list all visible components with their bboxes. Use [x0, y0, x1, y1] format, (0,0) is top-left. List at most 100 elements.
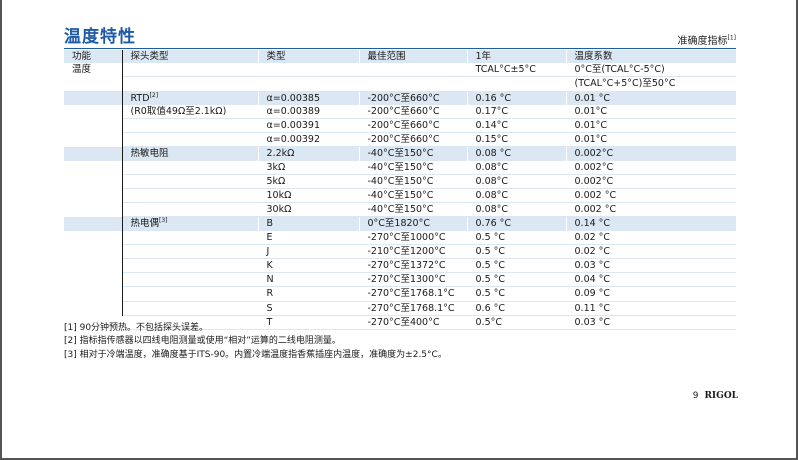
cell-type: S [257, 301, 359, 316]
cell-year: 0.08 °C [466, 146, 566, 161]
cell-type: B [257, 216, 359, 231]
cell-range: -200°C至660°C [358, 118, 467, 134]
column-header: 最佳范围 [358, 50, 467, 64]
cell-range: -210°C至1200°C [358, 244, 467, 260]
cell-text: 3kΩ [266, 161, 286, 173]
cell-year: 0.6 °C [466, 301, 566, 316]
cell-text: -200°C至660°C [367, 92, 440, 104]
table-row: J -210°C至1200°C 0.5 °C 0.02 °C [64, 244, 736, 260]
cell-coef: 0.01°C [565, 132, 736, 148]
cell-text: 0.08°C [475, 175, 509, 187]
cell-text: 热敏电阻 [130, 148, 169, 160]
cell-text: -270°C至1372°C [367, 260, 446, 272]
cell-coef: 0.002°C [565, 174, 736, 190]
cell-range: -200°C至660°C [358, 91, 467, 105]
cell-func [64, 301, 122, 316]
cell-probe: 热敏电阻 [121, 146, 258, 161]
cell-text: 0.5 °C [475, 260, 506, 272]
page-subtitle: 准确度指标[1] [678, 32, 737, 47]
cell-func [64, 146, 122, 161]
table-row: 5kΩ -40°C至150°C 0.08°C 0.002°C [64, 174, 736, 190]
cell-text: S [266, 302, 273, 314]
column-header: 温度系数 [565, 50, 736, 64]
table-row: 3kΩ -40°C至150°C 0.08°C 0.002°C [64, 160, 736, 175]
subtitle-text: 准确度指标 [677, 36, 728, 47]
cell-text: (TCAL°C+5°C)至50°C [574, 78, 676, 90]
cell-probe [121, 202, 258, 218]
cell-text: 0.002 °C [574, 204, 617, 216]
cell-func [64, 202, 122, 217]
cell-text: 0.08°C [475, 204, 509, 216]
cell-type: N [257, 272, 359, 288]
cell-range: -40°C至150°C [358, 160, 467, 175]
cell-type: K [257, 258, 359, 274]
subtitle-footnote-ref: [1] [727, 34, 737, 42]
cell-range [358, 63, 467, 78]
cell-coef: 0.002 °C [565, 202, 736, 218]
cell-text: B [266, 218, 274, 230]
cell-text: -200°C至660°C [367, 120, 440, 132]
cell-probe: RTD[2] [121, 91, 258, 105]
cell-coef: 0.11 °C [565, 301, 736, 316]
cell-text: 0.6 °C [475, 302, 506, 314]
cell-text: 热电偶 [130, 218, 160, 230]
cell-text: J [266, 245, 270, 257]
cell-type: 5kΩ [257, 174, 359, 190]
cell-range: -40°C至150°C [358, 188, 467, 204]
cell-func [64, 76, 122, 92]
cell-text: 0.5 °C [475, 288, 506, 300]
cell-text: -270°C至1000°C [367, 231, 446, 243]
table-row: R -270°C至1768.1°C 0.5 °C 0.09 °C [64, 286, 736, 302]
cell-text: -40°C至150°C [367, 175, 434, 187]
cell-year: 0.16 °C [466, 91, 566, 105]
cell-probe [121, 132, 258, 148]
cell-text: 0.002°C [574, 161, 614, 173]
cell-text: 5kΩ [266, 175, 286, 187]
cell-text: 温度 [72, 64, 92, 76]
cell-range: -40°C至150°C [358, 202, 467, 218]
cell-type: α=0.00385 [257, 91, 359, 105]
page-title: 温度特性 [64, 27, 136, 47]
cell-coef: 0.002 °C [565, 188, 736, 204]
cell-type: α=0.00392 [257, 132, 359, 148]
title-rule [64, 48, 736, 49]
table-row: α=0.00391 -200°C至660°C 0.14°C 0.01°C [64, 118, 736, 134]
cell-year: TCAL°C±5°C [466, 63, 566, 78]
table-row: 热电偶[3] B 0°C至1820°C 0.76 °C 0.14 °C [64, 216, 736, 231]
cell-range: -200°C至660°C [358, 104, 467, 120]
cell-text: -200°C至660°C [367, 134, 440, 146]
cell-coef: 0.002°C [565, 146, 736, 161]
cell-probe [121, 301, 258, 316]
cell-year: 0.17°C [466, 104, 566, 120]
cell-coef: 0.04 °C [565, 272, 736, 288]
cell-func [64, 174, 122, 189]
cell-func [64, 91, 122, 105]
cell-text: 0.5 °C [475, 245, 506, 257]
cell-probe [121, 76, 258, 92]
table-row: RTD[2] α=0.00385 -200°C至660°C 0.16 °C 0.01 °… [64, 91, 736, 105]
cell-probe [121, 188, 258, 204]
cell-text: -40°C至150°C [367, 190, 434, 202]
cell-probe [121, 286, 258, 302]
page-number: 9 [692, 391, 699, 401]
table-row: N -270°C至1300°C 0.5 °C 0.04 °C [64, 272, 736, 288]
cell-year: 0.76 °C [466, 216, 566, 231]
cell-range: -40°C至150°C [358, 174, 467, 190]
cell-text: 0.01°C [574, 105, 608, 117]
cell-probe [121, 118, 258, 134]
cell-coef: 0.02 °C [565, 230, 736, 245]
column-header: 1年 [466, 50, 566, 64]
cell-text: 10kΩ [266, 190, 292, 202]
cell-range [358, 76, 467, 92]
temperature-spec-table: 功能 探头类型 类型 最佳范围 1年 温度系数 温度 TCAL°C±5°C 0°C至… [64, 50, 736, 331]
cell-text: (R0取值49Ω至2.1kΩ) [130, 105, 227, 117]
cell-text: 0.08°C [475, 161, 509, 173]
footnotes: [1] 90分钟预热。不包括探头误差。 [2] 指标指传感器以四线电阻测量或使用… [64, 322, 447, 362]
column-header: 功能 [64, 50, 122, 64]
cell-type: α=0.00391 [257, 118, 359, 134]
cell-type: 10kΩ [257, 188, 359, 204]
cell-text: 0.01°C [574, 120, 608, 132]
cell-year: 0.08°C [466, 174, 566, 190]
cell-probe [121, 244, 258, 260]
cell-text: TCAL°C±5°C [475, 64, 536, 76]
